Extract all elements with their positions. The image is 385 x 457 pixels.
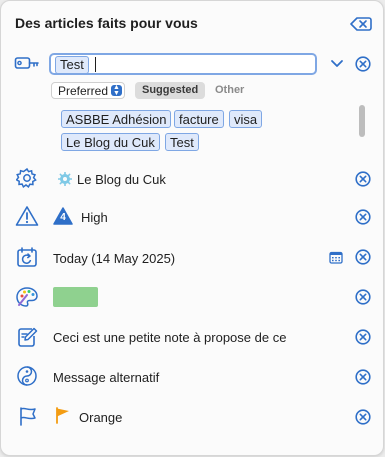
due-date-label: Today (14 May 2025)	[53, 251, 176, 266]
clear-project-button[interactable]	[355, 171, 371, 187]
segment-suggested[interactable]: Suggested	[135, 82, 206, 99]
suggested-tag[interactable]: visa	[229, 110, 263, 128]
project-gear-icon	[58, 172, 72, 186]
clear-date-button[interactable]	[355, 249, 371, 265]
clear-priority-button[interactable]	[355, 209, 371, 225]
panel-title: Des articles faits pour vous	[15, 15, 198, 31]
clear-alternative-message-button[interactable]	[355, 369, 371, 385]
note-text[interactable]: Ceci est une petite note à propose de ce	[53, 330, 286, 345]
clear-note-button[interactable]	[355, 329, 371, 345]
priority-label: High	[81, 210, 108, 225]
suggested-tag[interactable]: ASBBE Adhésion	[61, 110, 172, 128]
tag-key-icon	[14, 55, 40, 71]
delete-backward-icon[interactable]	[350, 16, 372, 32]
suggestions-scrollbar[interactable]	[359, 105, 365, 137]
inspector-panel: Des articles faits pour vous Test Prefer…	[0, 0, 384, 456]
calendar-repeat-icon	[16, 246, 38, 268]
priority-badge-number: 4	[60, 212, 66, 223]
clear-color-button[interactable]	[355, 289, 371, 305]
clear-tags-button[interactable]	[355, 56, 371, 72]
text-caret	[95, 57, 96, 72]
flag-label: Orange	[79, 410, 123, 425]
orange-flag-icon	[54, 406, 72, 424]
tag-token[interactable]: Test	[55, 56, 89, 74]
preferred-select-value: Preferred	[58, 84, 109, 98]
warning-icon	[15, 205, 39, 227]
gear-icon	[16, 167, 38, 189]
calendar-picker-icon[interactable]	[329, 251, 343, 264]
flag-outline-icon	[18, 406, 38, 426]
suggested-tag[interactable]: Test	[165, 133, 199, 151]
chevron-down-icon[interactable]	[330, 59, 344, 69]
segment-other[interactable]: Other	[215, 82, 244, 99]
suggested-tag[interactable]: facture	[174, 110, 224, 128]
color-swatch[interactable]	[53, 287, 98, 307]
select-arrows-icon: ▲ ▼	[111, 84, 122, 97]
clear-flag-button[interactable]	[355, 409, 371, 425]
palette-icon	[15, 286, 39, 308]
preferred-select[interactable]: Preferred ▲ ▼	[51, 82, 125, 99]
yin-yang-icon	[16, 365, 38, 387]
note-edit-icon	[16, 326, 38, 348]
project-label: Le Blog du Cuk	[77, 172, 166, 187]
tags-input[interactable]: Test	[49, 53, 317, 75]
suggested-tag[interactable]: Le Blog du Cuk	[61, 133, 160, 151]
alternative-message-text[interactable]: Message alternatif	[53, 370, 159, 385]
